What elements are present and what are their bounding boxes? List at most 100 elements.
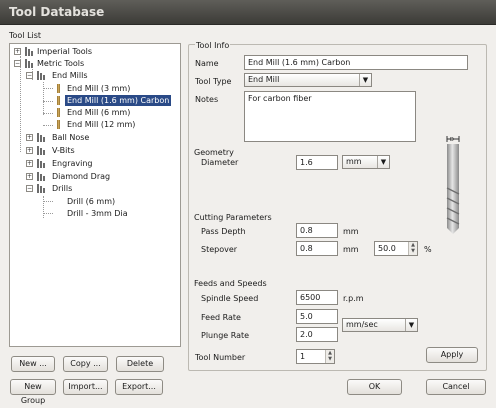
spin-buttons[interactable]: ▲ ▼ — [325, 350, 334, 363]
stepover-percent-value: 50.0 — [378, 244, 396, 253]
stepover-unit: mm — [343, 245, 359, 254]
feeds-speeds-heading: Feeds and Speeds — [194, 279, 267, 288]
shank-shape — [447, 144, 459, 184]
tree-node-label: Diamond Drag — [52, 172, 111, 181]
tree-node-drill-6mm[interactable]: Drill (6 mm) — [67, 196, 115, 207]
tree-guide — [43, 125, 53, 126]
tree-node-label: V-Bits — [52, 146, 75, 155]
tree-node-label: End Mill (1.6 mm) Carbon — [65, 95, 172, 106]
tree-node-drill-3mm-dia[interactable]: Drill - 3mm Dia — [67, 208, 128, 219]
tool-tree[interactable]: + Imperial Tools − Metric Tools − End Mi… — [9, 43, 181, 347]
diameter-symbol: D — [450, 137, 454, 143]
stepover-percent-spinbox[interactable]: 50.0 ▲ ▼ — [374, 241, 418, 256]
chevron-down-icon: ▼ — [405, 319, 417, 331]
chevron-down-icon: ▼ — [359, 74, 371, 86]
spindle-speed-unit: r.p.m — [343, 294, 364, 303]
tool-group-icon — [37, 71, 46, 80]
collapse-icon[interactable]: − — [14, 60, 21, 67]
stepover-label: Stepover — [201, 245, 238, 254]
diameter-unit-value: mm — [346, 157, 362, 166]
export-button[interactable]: Export... — [115, 379, 163, 395]
end-mill-icon — [54, 96, 63, 105]
tree-node-label: Imperial Tools — [37, 47, 93, 56]
spin-buttons[interactable]: ▲ ▼ — [408, 242, 417, 255]
tool-type-select[interactable]: End Mill ▼ — [244, 73, 372, 87]
tree-node-label: Ball Nose — [52, 133, 90, 142]
expand-icon[interactable]: + — [26, 160, 33, 167]
name-label: Name — [195, 59, 219, 68]
plunge-rate-label: Plunge Rate — [201, 331, 250, 340]
end-mill-icon — [54, 84, 63, 93]
notes-textarea[interactable]: For carbon fiber — [244, 91, 416, 142]
tree-guide — [43, 88, 53, 89]
tree-guide — [43, 201, 53, 202]
pass-depth-label: Pass Depth — [201, 227, 246, 236]
tool-group-icon — [37, 172, 46, 181]
tree-node-label: End Mill (3 mm) — [67, 84, 131, 93]
diameter-unit-select[interactable]: mm ▼ — [342, 155, 390, 169]
notes-label: Notes — [195, 95, 219, 104]
feed-rate-label: Feed Rate — [201, 313, 241, 322]
tree-guide — [43, 196, 44, 218]
expand-icon[interactable]: + — [14, 48, 21, 55]
new-group-button[interactable]: New Group — [10, 379, 56, 405]
tool-group-icon — [37, 133, 46, 142]
tool-group-icon — [25, 59, 34, 68]
tree-node-label: End Mill (6 mm) — [67, 108, 131, 117]
stepover-input[interactable]: 0.8 — [296, 241, 338, 256]
tool-list-label: Tool List — [9, 31, 42, 40]
tool-group-icon — [37, 184, 46, 193]
tree-guide — [43, 101, 53, 102]
tree-node-label: Drill (6 mm) — [67, 197, 116, 206]
diameter-input[interactable]: 1.6 — [296, 155, 338, 170]
chevron-down-icon: ▼ — [377, 156, 389, 168]
cancel-button[interactable]: Cancel — [426, 379, 486, 395]
tool-type-label: Tool Type — [195, 77, 232, 86]
expand-icon[interactable]: + — [26, 147, 33, 154]
tool-group-icon — [25, 47, 34, 56]
rate-unit-value: mm/sec — [346, 320, 378, 329]
spin-down-icon[interactable]: ▼ — [409, 248, 417, 254]
geometry-heading: Geometry — [194, 148, 234, 157]
tree-guide — [20, 56, 21, 152]
apply-button[interactable]: Apply — [426, 347, 478, 363]
end-mill-icon — [54, 120, 63, 129]
end-mill-icon — [54, 108, 63, 117]
window-title: Tool Database — [9, 5, 105, 19]
tree-guide — [43, 213, 53, 214]
delete-button[interactable]: Delete — [116, 356, 164, 372]
tree-node-label: End Mill (12 mm) — [67, 120, 136, 129]
pass-depth-unit: mm — [343, 227, 359, 236]
tool-number-spinbox[interactable]: 1 ▲ ▼ — [296, 349, 335, 364]
spin-down-icon[interactable]: ▼ — [326, 356, 334, 362]
tool-group-icon — [37, 159, 46, 168]
tree-node-label: Drill - 3mm Dia — [67, 209, 128, 218]
collapse-icon[interactable]: − — [26, 72, 33, 79]
collapse-icon[interactable]: − — [26, 185, 33, 192]
tree-node-label: Metric Tools — [37, 59, 85, 68]
stepover-percent-unit: % — [424, 245, 432, 254]
tool-info-heading: Tool Info — [195, 41, 231, 50]
import-button[interactable]: Import... — [63, 379, 108, 395]
expand-icon[interactable]: + — [26, 173, 33, 180]
tree-node-label: End Mills — [52, 71, 88, 80]
title-bar: Tool Database — [0, 0, 496, 25]
tree-guide — [43, 113, 53, 114]
feed-rate-input[interactable]: 5.0 — [296, 309, 338, 324]
tree-guide — [43, 82, 44, 115]
plunge-rate-input[interactable]: 2.0 — [296, 327, 338, 342]
new-button[interactable]: New ... — [11, 356, 55, 372]
end-mill-diagram: D — [446, 136, 460, 234]
spindle-speed-input[interactable]: 6500 — [296, 290, 338, 305]
diameter-label: Diameter — [201, 158, 239, 167]
spindle-speed-label: Spindle Speed — [201, 294, 259, 303]
expand-icon[interactable]: + — [26, 134, 33, 141]
pass-depth-input[interactable]: 0.8 — [296, 223, 338, 238]
copy-button[interactable]: Copy ... — [63, 356, 108, 372]
name-input[interactable]: End Mill (1.6 mm) Carbon — [244, 55, 468, 70]
tree-node-label: Engraving — [52, 159, 93, 168]
tool-type-value: End Mill — [248, 75, 280, 84]
tool-number-label: Tool Number — [195, 353, 246, 362]
rate-unit-select[interactable]: mm/sec ▼ — [342, 318, 418, 332]
ok-button[interactable]: OK — [347, 379, 402, 395]
